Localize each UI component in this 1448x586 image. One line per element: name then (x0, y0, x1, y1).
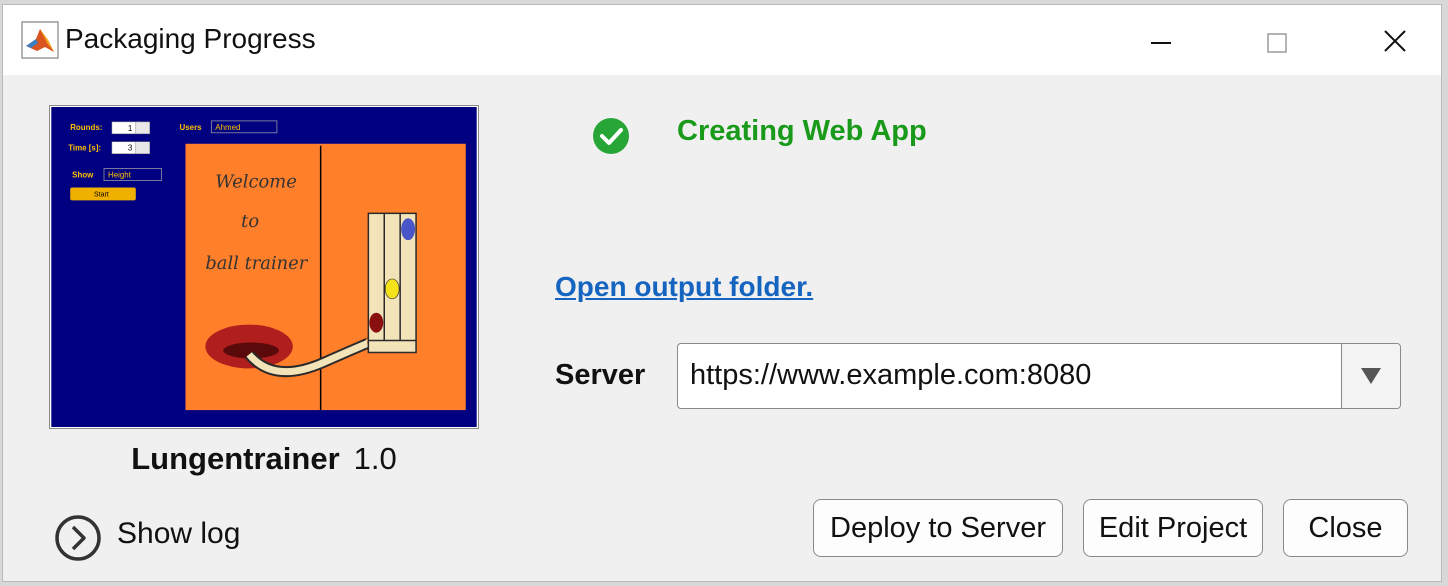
matlab-icon (21, 21, 59, 59)
open-output-folder-link[interactable]: Open output folder. (555, 271, 813, 303)
packaging-progress-window: Packaging Progress Rounds: 1 Time [s]: 3 (2, 4, 1442, 582)
preview-welcome-line-3: ball trainer (205, 253, 308, 274)
server-label: Server (555, 359, 646, 391)
preview-show-value: Height (108, 171, 132, 180)
minimize-icon (1151, 42, 1171, 44)
app-name-version: Lungentrainer 1.0 (49, 441, 479, 477)
preview-time-label: Time [s]: (68, 144, 101, 153)
preview-welcome-line-1: Welcome (215, 171, 297, 192)
window-title: Packaging Progress (65, 23, 316, 54)
maximize-button[interactable] (1255, 19, 1299, 63)
server-value[interactable]: https://www.example.com:8080 (690, 359, 1091, 392)
maximize-icon (1267, 33, 1287, 53)
status-text: Creating Web App (677, 115, 927, 147)
minimize-button[interactable] (1139, 19, 1183, 63)
preview-start-label: Start (94, 191, 109, 198)
preview-users-label: Users (180, 123, 203, 132)
close-button[interactable]: Close (1283, 499, 1408, 557)
server-dropdown-button[interactable] (1341, 344, 1400, 408)
preview-rounds-value: 1 (128, 124, 133, 133)
show-log-label[interactable]: Show log (117, 517, 240, 551)
preview-rounds-label: Rounds: (70, 123, 102, 132)
preview-show-label: Show (72, 171, 94, 180)
window-close-button[interactable] (1373, 19, 1417, 63)
preview-welcome-line-2: to (241, 211, 259, 232)
title-bar: Packaging Progress (3, 5, 1441, 75)
chevron-right-circle-icon[interactable] (53, 513, 103, 563)
app-version: 1.0 (353, 441, 397, 476)
preview-time-value: 3 (128, 144, 133, 153)
edit-project-button[interactable]: Edit Project (1083, 499, 1263, 557)
server-select[interactable]: https://www.example.com:8080 (677, 343, 1401, 409)
app-preview-image: Rounds: 1 Time [s]: 3 Users Ahmed Show H… (49, 105, 479, 429)
app-name: Lungentrainer (131, 441, 340, 476)
preview-users-value: Ahmed (215, 123, 240, 132)
triangle-down-icon (1361, 368, 1381, 384)
deploy-to-server-button[interactable]: Deploy to Server (813, 499, 1063, 557)
close-icon (1384, 30, 1406, 52)
check-circle-icon (593, 118, 629, 154)
